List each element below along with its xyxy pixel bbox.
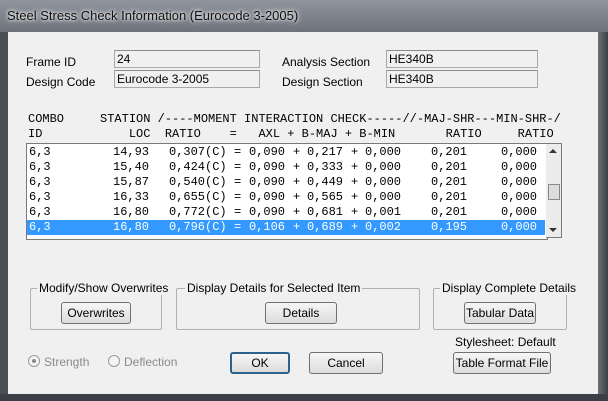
- title-bar[interactable]: Steel Stress Check Information (Eurocode…: [0, 0, 608, 32]
- stylesheet-label: Stylesheet: Default: [455, 335, 556, 349]
- table-row[interactable]: 6,3 16,80 0,772(C) = 0,090 + 0,681 + 0,0…: [27, 205, 545, 220]
- ok-button[interactable]: OK: [230, 352, 290, 374]
- scroll-up-icon[interactable]: [549, 149, 557, 153]
- details-group-title: Display Details for Selected Item: [185, 281, 363, 295]
- details-button[interactable]: Details: [265, 302, 337, 324]
- dialog-client-area: Frame ID 24 Design Code Eurocode 3-2005 …: [8, 32, 598, 394]
- design-code-field: Eurocode 3-2005: [114, 70, 260, 88]
- overwrites-button[interactable]: Overwrites: [61, 302, 131, 324]
- radio-selected-icon: [28, 355, 40, 367]
- scroll-down-icon[interactable]: [549, 228, 557, 232]
- details-group: Display Details for Selected Item Detail…: [176, 281, 420, 330]
- tabular-data-button[interactable]: Tabular Data: [464, 302, 536, 324]
- deflection-radio[interactable]: Deflection: [108, 355, 177, 369]
- list-scrollbar[interactable]: [546, 143, 562, 238]
- table-row[interactable]: 6,3 14,93 0,307(C) = 0,090 + 0,217 + 0,0…: [27, 145, 545, 160]
- design-section-label: Design Section: [282, 75, 363, 89]
- frame-id-label: Frame ID: [26, 55, 77, 69]
- window-title: Steel Stress Check Information (Eurocode…: [7, 8, 299, 23]
- analysis-section-field: HE340B: [386, 50, 538, 68]
- window-frame-bottom: [0, 394, 608, 401]
- design-code-label: Design Code: [26, 75, 96, 89]
- radio-empty-icon: [108, 355, 120, 367]
- cancel-button[interactable]: Cancel: [309, 352, 383, 374]
- overwrites-group-title: Modify/Show Overwrites: [37, 281, 171, 295]
- table-row[interactable]: 6,3 15,40 0,424(C) = 0,090 + 0,333 + 0,0…: [27, 160, 545, 175]
- table-row[interactable]: 6,3 16,33 0,655(C) = 0,090 + 0,565 + 0,0…: [27, 190, 545, 205]
- complete-details-group-title: Display Complete Details: [440, 281, 579, 295]
- frame-id-field: 24: [114, 50, 260, 68]
- overwrites-group: Modify/Show Overwrites Overwrites: [30, 281, 171, 330]
- scroll-thumb[interactable]: [548, 184, 560, 200]
- table-format-file-button[interactable]: Table Format File: [453, 352, 551, 374]
- results-list[interactable]: 6,3 14,93 0,307(C) = 0,090 + 0,217 + 0,0…: [26, 143, 548, 240]
- analysis-section-label: Analysis Section: [282, 55, 371, 69]
- strength-radio[interactable]: Strength: [28, 355, 89, 369]
- dialog-window: Steel Stress Check Information (Eurocode…: [0, 0, 608, 401]
- window-frame-right: [598, 32, 608, 401]
- table-header-line-2: ID LOC RATIO = AXL + B-MAJ + B-MIN RATIO…: [28, 127, 554, 141]
- table-row[interactable]: 6,3 15,87 0,540(C) = 0,090 + 0,449 + 0,0…: [27, 175, 545, 190]
- complete-details-group: Display Complete Details Tabular Data: [433, 281, 579, 330]
- table-header-line-1: COMBO STATION /----MOMENT INTERACTION CH…: [28, 112, 561, 126]
- design-section-field: HE340B: [386, 70, 538, 88]
- table-row-selected[interactable]: 6,3 16,80 0,796(C) = 0,106 + 0,689 + 0,0…: [27, 220, 545, 235]
